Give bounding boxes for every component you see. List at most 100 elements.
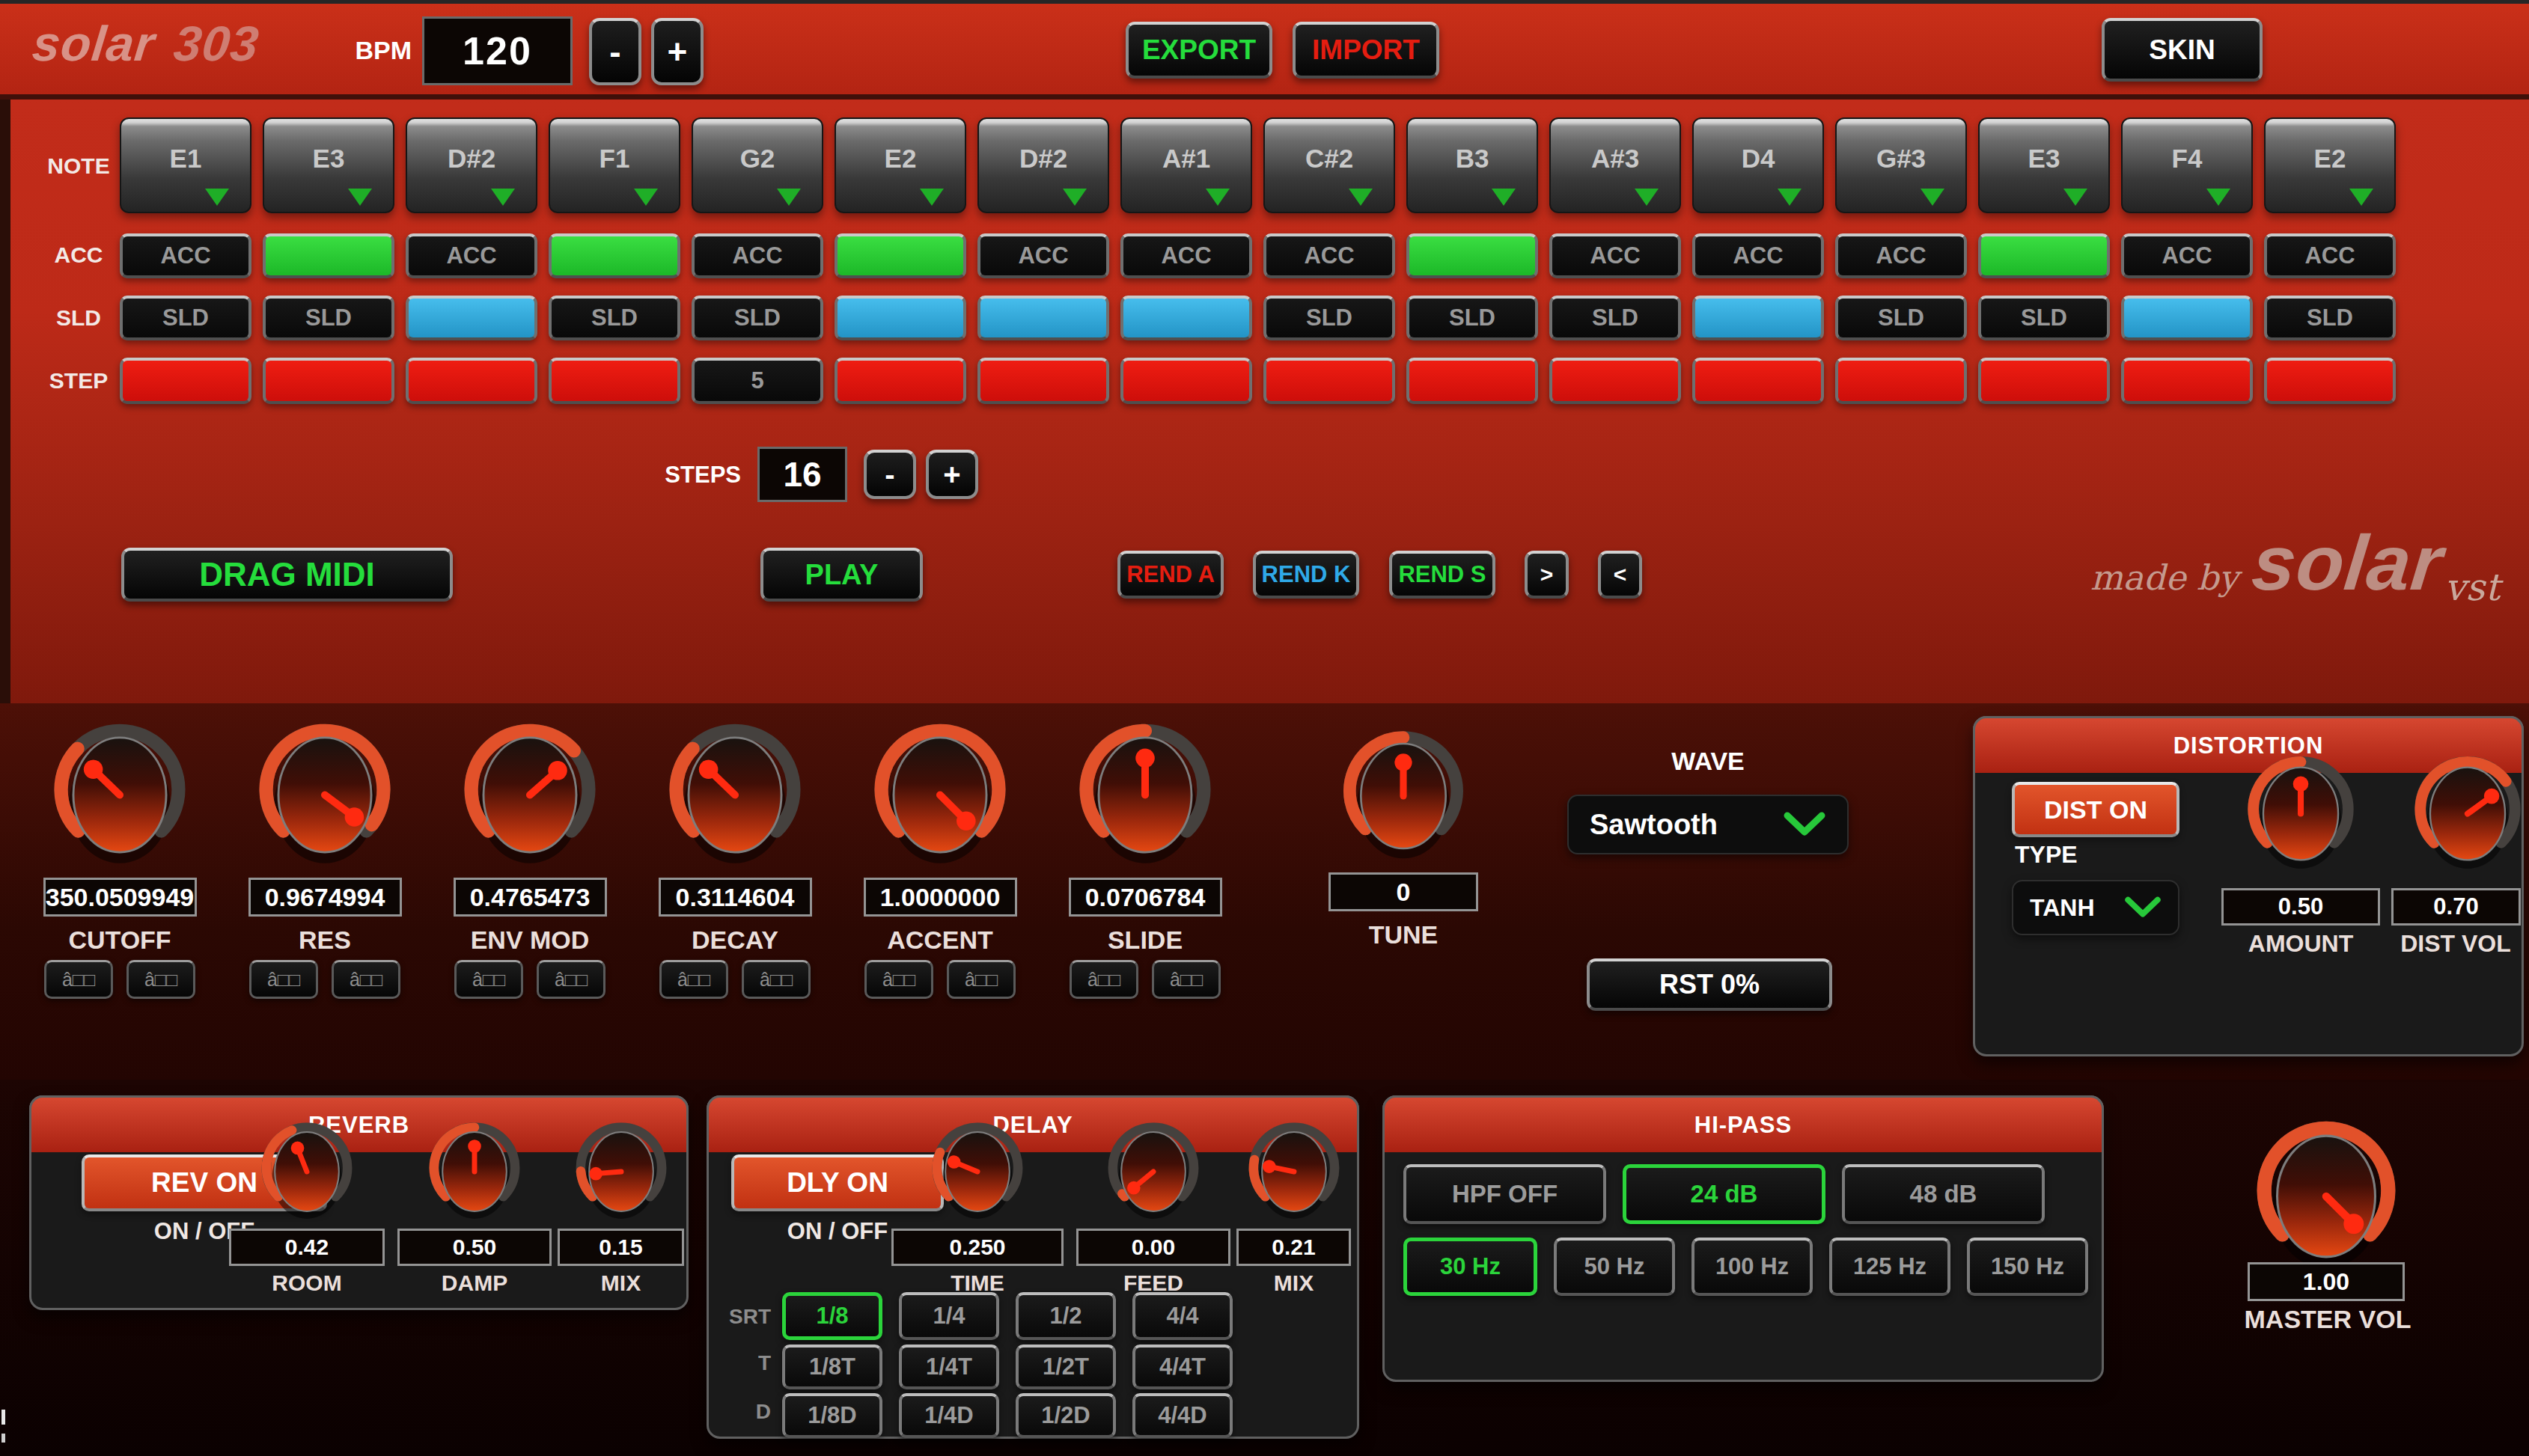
slide-step-button[interactable]: SLD	[120, 296, 251, 340]
master-volume-value[interactable]: 1.00	[2248, 1262, 2405, 1301]
note-step-button[interactable]: A#3	[1549, 117, 1681, 213]
knob[interactable]	[460, 721, 600, 869]
knob-min-button[interactable]: â□□	[659, 960, 728, 999]
knob-value[interactable]: 0.4765473	[454, 878, 607, 917]
accent-step-button[interactable]: ACC	[1549, 233, 1681, 278]
knob[interactable]	[665, 721, 805, 869]
note-step-button[interactable]: E2	[835, 117, 966, 213]
step-toggle-button[interactable]	[1692, 358, 1824, 404]
accent-step-button[interactable]: ACC	[692, 233, 823, 278]
accent-step-button[interactable]: ACC	[406, 233, 537, 278]
steps-value[interactable]: 16	[757, 447, 847, 502]
wave-select[interactable]: Sawtooth	[1567, 795, 1849, 854]
drag-midi-button[interactable]: DRAG MIDI	[121, 548, 453, 602]
accent-step-button[interactable]: ACC	[2264, 233, 2396, 278]
step-toggle-button[interactable]	[1120, 358, 1252, 404]
fx-knob-value[interactable]: 0.42	[229, 1229, 385, 1266]
slide-step-button[interactable]: SLD	[692, 296, 823, 340]
fx-knob-value[interactable]: 0.21	[1236, 1229, 1351, 1266]
knob-max-button[interactable]: â□□	[332, 960, 400, 999]
hipass-freq-button[interactable]: 50 Hz	[1554, 1238, 1675, 1296]
delay-sync-button[interactable]: 1/4D	[899, 1393, 999, 1438]
note-step-button[interactable]: D#2	[406, 117, 537, 213]
hipass-freq-button[interactable]: 125 Hz	[1829, 1238, 1950, 1296]
step-toggle-button[interactable]	[1978, 358, 2110, 404]
slide-step-button[interactable]	[1692, 296, 1824, 340]
accent-step-button[interactable]: ACC	[977, 233, 1109, 278]
slide-step-button[interactable]: SLD	[1549, 296, 1681, 340]
tune-knob[interactable]	[1340, 729, 1467, 863]
note-step-button[interactable]: F4	[2121, 117, 2253, 213]
delay-sync-button[interactable]: 1/8D	[782, 1393, 882, 1438]
knob-min-button[interactable]: â□□	[1070, 960, 1138, 999]
distortion-amount-knob[interactable]	[2245, 754, 2357, 873]
distortion-on-button[interactable]: DIST ON	[2012, 782, 2179, 837]
slide-step-button[interactable]: SLD	[1406, 296, 1538, 340]
accent-step-button[interactable]	[1406, 233, 1538, 278]
accent-step-button[interactable]: ACC	[2121, 233, 2253, 278]
knob-max-button[interactable]: â□□	[126, 960, 195, 999]
master-volume-knob[interactable]	[2253, 1119, 2400, 1274]
tune-value[interactable]: 0	[1328, 872, 1478, 911]
slide-step-button[interactable]: SLD	[2264, 296, 2396, 340]
fx-knob[interactable]	[259, 1121, 355, 1223]
steps-increment-button[interactable]: +	[926, 450, 978, 499]
knob-value[interactable]: 350.0509949	[43, 878, 197, 917]
fx-knob[interactable]	[1246, 1121, 1342, 1223]
knob-value[interactable]: 0.0706784	[1069, 878, 1222, 917]
knob-min-button[interactable]: â□□	[864, 960, 933, 999]
note-step-button[interactable]: D4	[1692, 117, 1824, 213]
delay-sync-button[interactable]: 1/2D	[1016, 1393, 1116, 1438]
knob[interactable]	[870, 721, 1010, 869]
note-step-button[interactable]: D#2	[977, 117, 1109, 213]
reset-button[interactable]: RST 0%	[1587, 958, 1832, 1011]
fx-knob[interactable]	[930, 1121, 1025, 1223]
delay-sync-button[interactable]: 1/4T	[899, 1345, 999, 1389]
hipass-freq-button[interactable]: 30 Hz	[1403, 1238, 1537, 1296]
render-stems-button[interactable]: REND S	[1389, 551, 1495, 599]
step-toggle-button[interactable]	[2264, 358, 2396, 404]
bpm-value[interactable]: 120	[422, 16, 573, 85]
note-step-button[interactable]: G#3	[1835, 117, 1967, 213]
skin-button[interactable]: SKIN	[2102, 18, 2263, 82]
knob-value[interactable]: 1.0000000	[864, 878, 1017, 917]
step-toggle-button[interactable]	[1549, 358, 1681, 404]
slide-step-button[interactable]: SLD	[549, 296, 680, 340]
accent-step-button[interactable]: ACC	[1120, 233, 1252, 278]
note-step-button[interactable]: C#2	[1263, 117, 1395, 213]
fx-knob[interactable]	[427, 1121, 522, 1223]
step-toggle-button[interactable]: 5	[692, 358, 823, 404]
play-button[interactable]: PLAY	[760, 548, 923, 602]
accent-step-button[interactable]	[1978, 233, 2110, 278]
step-toggle-button[interactable]	[1263, 358, 1395, 404]
note-step-button[interactable]: B3	[1406, 117, 1538, 213]
delay-sync-button[interactable]: 1/8	[782, 1292, 882, 1340]
delay-sync-button[interactable]: 1/8T	[782, 1345, 882, 1389]
knob-min-button[interactable]: â□□	[44, 960, 113, 999]
hipass-freq-button[interactable]: 100 Hz	[1691, 1238, 1813, 1296]
bpm-decrement-button[interactable]: -	[589, 18, 641, 85]
note-step-button[interactable]: E2	[2264, 117, 2396, 213]
slide-step-button[interactable]	[2121, 296, 2253, 340]
accent-step-button[interactable]: ACC	[1263, 233, 1395, 278]
distortion-type-select[interactable]: TANH	[2012, 880, 2179, 935]
accent-step-button[interactable]	[835, 233, 966, 278]
slide-step-button[interactable]	[406, 296, 537, 340]
slide-step-button[interactable]	[835, 296, 966, 340]
accent-step-button[interactable]	[549, 233, 680, 278]
knob-max-button[interactable]: â□□	[947, 960, 1016, 999]
note-step-button[interactable]: E3	[263, 117, 394, 213]
fx-knob[interactable]	[573, 1121, 669, 1223]
fx-knob-value[interactable]: 0.250	[891, 1229, 1064, 1266]
knob-min-button[interactable]: â□□	[249, 960, 318, 999]
distortion-volume-knob[interactable]	[2411, 754, 2524, 873]
step-toggle-button[interactable]	[1406, 358, 1538, 404]
prev-pattern-button[interactable]: <	[1598, 551, 1642, 599]
slide-step-button[interactable]: SLD	[1835, 296, 1967, 340]
step-toggle-button[interactable]	[835, 358, 966, 404]
next-pattern-button[interactable]: >	[1525, 551, 1569, 599]
step-toggle-button[interactable]	[2121, 358, 2253, 404]
step-toggle-button[interactable]	[1835, 358, 1967, 404]
fx-knob-value[interactable]: 0.50	[397, 1229, 552, 1266]
delay-sync-button[interactable]: 4/4	[1132, 1292, 1233, 1340]
